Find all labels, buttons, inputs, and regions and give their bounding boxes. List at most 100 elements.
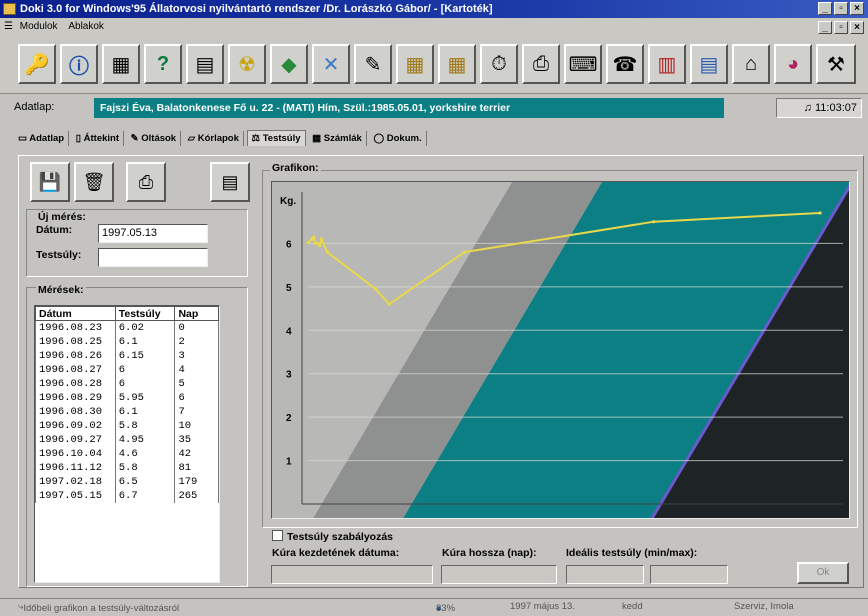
adatlap-label: Adatlap: bbox=[14, 101, 55, 113]
info-icon[interactable]: ⓘ bbox=[60, 44, 98, 84]
table-row[interactable]: 1996.09.27 4.95 35 bbox=[35, 432, 219, 447]
regulation-checkbox[interactable] bbox=[272, 530, 283, 541]
tab-label: Adatlap bbox=[29, 133, 65, 144]
tab-label: Testsúly bbox=[262, 133, 301, 144]
cell-date: 1996.11.12 bbox=[35, 460, 116, 475]
map-icon[interactable]: ◆ bbox=[270, 44, 308, 84]
child-minimize-button[interactable]: _ bbox=[818, 21, 832, 34]
tab-testsuly[interactable]: ⚖ Testsúly bbox=[246, 130, 306, 146]
cell-weight: 5.8 bbox=[114, 460, 176, 475]
table-row[interactable]: 1996.11.12 5.8 81 bbox=[35, 460, 219, 475]
delete-button[interactable]: 🗑 bbox=[74, 162, 114, 202]
ok-button[interactable]: Ok bbox=[797, 562, 849, 584]
tab-label: Kórlapok bbox=[197, 133, 239, 144]
table-icon[interactable]: ▦ bbox=[438, 44, 476, 84]
table-row[interactable]: 1996.08.23 6.02 0 bbox=[35, 320, 219, 335]
y-tick-label: 5 bbox=[286, 283, 292, 294]
cell-day: 2 bbox=[174, 334, 219, 349]
table-row[interactable]: 1996.08.25 6.1 2 bbox=[35, 334, 219, 349]
close-button[interactable]: × bbox=[850, 2, 864, 15]
data-point bbox=[317, 244, 322, 248]
cell-weight: 6.7 bbox=[114, 488, 176, 503]
new-measure-title: Új mérés: bbox=[36, 211, 88, 223]
adatlap-bar: Adatlap: Fajszi Éva, Balatonkenese Fő u.… bbox=[0, 95, 868, 121]
house-icon[interactable]: ⌂ bbox=[732, 44, 770, 84]
child-close-button[interactable]: × bbox=[850, 21, 864, 34]
col-header-nap[interactable]: Nap bbox=[174, 306, 219, 321]
col-header-testsuly[interactable]: Testsúly bbox=[114, 306, 176, 321]
radiation-icon[interactable]: ☢ bbox=[228, 44, 266, 84]
cell-date: 1996.09.27 bbox=[35, 432, 116, 447]
tab-szamlak[interactable]: ▦ Számlák bbox=[308, 131, 367, 146]
print-preview-button[interactable]: ▤ bbox=[210, 162, 250, 202]
calculator-icon[interactable]: ▦ bbox=[102, 44, 140, 84]
menu-bar: ☰ Modulok Ablakok _ ▫ × bbox=[0, 18, 868, 36]
tab-korlapok[interactable]: ▱ Kórlapok bbox=[184, 131, 244, 146]
grid-icon[interactable]: ▦ bbox=[396, 44, 434, 84]
y-axis-label: Kg. bbox=[280, 196, 296, 207]
menu-ablakok[interactable]: Ablakok bbox=[68, 21, 104, 32]
table-row[interactable]: 1996.08.29 5.95 6 bbox=[35, 390, 219, 405]
help-icon[interactable]: ? bbox=[144, 44, 182, 84]
minimize-button[interactable]: _ bbox=[818, 2, 832, 15]
ideal-min-input[interactable] bbox=[566, 565, 644, 584]
y-tick-label: 2 bbox=[286, 413, 292, 424]
app-icon bbox=[3, 3, 16, 15]
phone-icon[interactable]: ☎ bbox=[606, 44, 644, 84]
cell-date: 1996.09.02 bbox=[35, 418, 116, 433]
key-icon[interactable]: 🔑 bbox=[18, 44, 56, 84]
print-button[interactable]: ⎙ bbox=[126, 162, 166, 202]
date-input[interactable]: 1997.05.13 bbox=[98, 224, 208, 243]
cell-date: 1996.08.28 bbox=[35, 376, 116, 391]
cell-date: 1996.08.25 bbox=[35, 334, 116, 349]
measures-list[interactable]: Dátum Testsúly Nap 1996.08.23 6.02 0 1996.… bbox=[34, 305, 220, 583]
weight-label: Testsúly: bbox=[36, 249, 82, 261]
table-row[interactable]: 1996.08.30 6.1 7 bbox=[35, 404, 219, 419]
status-hint-text: Időbeli grafikon a testsúly-változásról bbox=[23, 603, 180, 614]
stopwatch-icon[interactable]: ⏱ bbox=[480, 44, 518, 84]
restore-button[interactable]: ▫ bbox=[834, 2, 848, 15]
status-date: 1997 május 13. bbox=[510, 601, 575, 612]
table-row[interactable]: 1996.08.27 6 4 bbox=[35, 362, 219, 377]
tab-bar: ▭ Adatlap ▯ Áttekint ✎ Oltások ▱ Kórlapo… bbox=[14, 130, 427, 150]
menu-modulok[interactable]: Modulok bbox=[20, 21, 58, 32]
cell-day: 6 bbox=[174, 390, 219, 405]
weight-input[interactable] bbox=[98, 248, 208, 267]
cell-day: 265 bbox=[174, 488, 219, 503]
cell-weight: 5.8 bbox=[114, 418, 176, 433]
table-row[interactable]: 1996.08.26 6.15 3 bbox=[35, 348, 219, 363]
chart-icon[interactable]: ✕ bbox=[312, 44, 350, 84]
regulation-checkbox-wrap[interactable]: Testsúly szabályozás bbox=[272, 530, 393, 543]
save-button[interactable]: 💾 bbox=[30, 162, 70, 202]
cell-date: 1997.05.15 bbox=[35, 488, 116, 503]
tab-attekint[interactable]: ▯ Áttekint bbox=[72, 131, 124, 146]
table-row[interactable]: 1997.02.18 6.5 179 bbox=[35, 474, 219, 489]
pie-icon[interactable]: ◕ bbox=[774, 44, 812, 84]
weight-chart: 6 5 4 3 2 1 Kg. bbox=[272, 182, 849, 518]
cell-day: 10 bbox=[174, 418, 219, 433]
table-row[interactable]: 1996.10.04 4.6 42 bbox=[35, 446, 219, 461]
length-input[interactable] bbox=[441, 565, 557, 584]
cell-date: 1996.08.27 bbox=[35, 362, 116, 377]
books-icon[interactable]: ▥ bbox=[648, 44, 686, 84]
documents-icon[interactable]: ▤ bbox=[186, 44, 224, 84]
start-date-input[interactable] bbox=[271, 565, 433, 584]
table-row[interactable]: 1997.05.15 6.7 265 bbox=[35, 488, 219, 503]
printer-icon[interactable]: ⎙ bbox=[522, 44, 560, 84]
ideal-max-input[interactable] bbox=[650, 565, 728, 584]
tab-dokum[interactable]: ◯ Dokum. bbox=[369, 131, 427, 146]
table-row[interactable]: 1996.09.02 5.8 10 bbox=[35, 418, 219, 433]
tools-icon[interactable]: ⚒ bbox=[816, 44, 856, 84]
tab-adatlap[interactable]: ▭ Adatlap bbox=[14, 131, 70, 146]
notes-icon[interactable]: ▤ bbox=[690, 44, 728, 84]
syringe-icon[interactable]: ✎ bbox=[354, 44, 392, 84]
child-restore-button[interactable]: ▫ bbox=[834, 21, 848, 34]
length-label: Kúra hossza (nap): bbox=[442, 547, 537, 559]
tab-oltasok[interactable]: ✎ Oltások bbox=[127, 131, 182, 146]
date-label: Dátum: bbox=[36, 224, 73, 236]
table-row[interactable]: 1996.08.28 6 5 bbox=[35, 376, 219, 391]
typewriter-icon[interactable]: ⌨ bbox=[564, 44, 602, 84]
cell-date: 1996.08.26 bbox=[35, 348, 116, 363]
col-header-datum[interactable]: Dátum bbox=[35, 306, 116, 321]
status-percent-text: 83% bbox=[436, 603, 456, 614]
